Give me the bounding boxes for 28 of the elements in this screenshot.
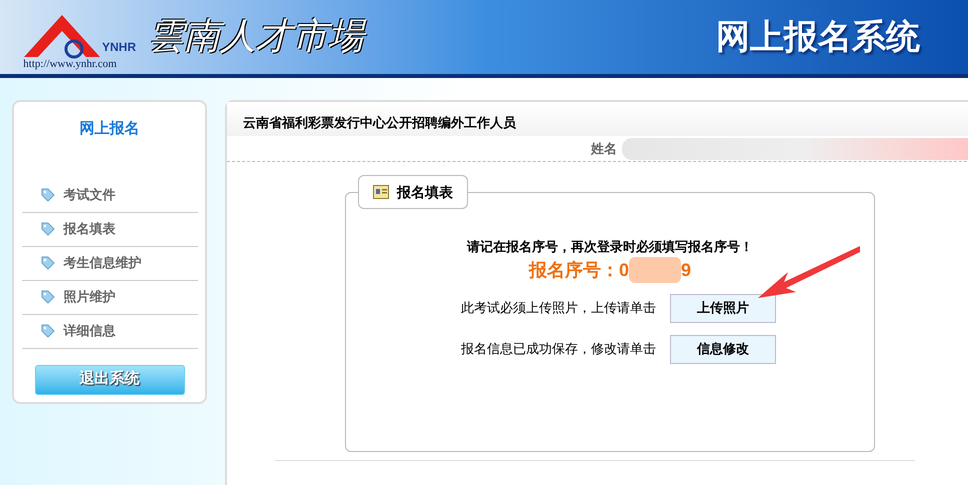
serial-label: 报名序号： (528, 258, 619, 282)
serial-number: 0 (618, 258, 629, 282)
tag-icon (40, 221, 56, 237)
sidebar-item[interactable]: 详细信息 (22, 314, 198, 348)
action-button[interactable]: 信息修改 (670, 334, 776, 364)
sidebar-title: 网上报名 (80, 119, 140, 139)
notice-text: 请记在报名序号，再次登录时必须填写报名序号！ (467, 238, 753, 256)
tag-icon (40, 289, 56, 305)
brand-logo: 雲南人才市場 (148, 10, 364, 64)
serial-number: 9 (681, 258, 692, 282)
sidebar-item[interactable]: 照片维护 (22, 280, 198, 314)
form-tab[interactable]: 报名填表 (358, 175, 468, 209)
sidebar-item[interactable]: 考生信息维护 (22, 246, 198, 280)
system-title: 网上报名系统 (716, 16, 920, 58)
form-icon (373, 185, 389, 199)
redaction-blur (629, 257, 681, 283)
action-text: 此考试必须上传照片，上传请单击 (460, 299, 656, 318)
tag-icon (40, 255, 56, 271)
exam-title: 云南省福利彩票发行中心公开招聘编外工作人员 (243, 114, 516, 132)
tag-icon (40, 323, 56, 339)
tag-icon (40, 187, 56, 203)
action-button[interactable]: 上传照片 (670, 294, 776, 322)
site-url: http://www.ynhr.com (23, 59, 117, 70)
logo-mark: YNHR (102, 39, 136, 56)
name-label: 姓名 (591, 140, 617, 158)
sidebar-item[interactable]: 考试文件 (22, 178, 198, 212)
action-text: 报名信息已成功保存，修改请单击 (460, 340, 656, 358)
sidebar-item[interactable]: 报名填表 (22, 212, 198, 246)
